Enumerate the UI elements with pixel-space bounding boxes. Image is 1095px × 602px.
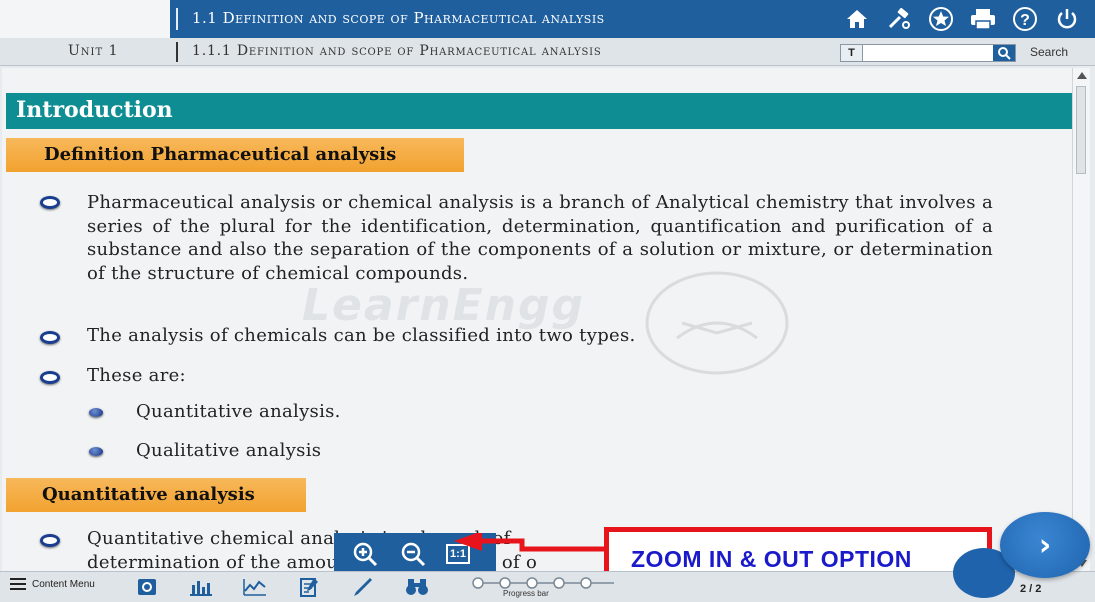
topic-title: 1.1.1 Definition and scope of Pharmaceut… (192, 43, 602, 59)
progress-label: Progress bar (503, 589, 549, 598)
intro-heading: Introduction (16, 97, 173, 123)
pen-icon[interactable] (348, 575, 378, 599)
sub-bullet-icon (89, 408, 103, 417)
list-item-qualitative: Qualitative analysis (136, 440, 322, 461)
unit-label[interactable]: Unit 1 (68, 43, 119, 59)
notes-icon[interactable] (294, 575, 324, 599)
paragraph-definition: Pharmaceutical analysis or chemical anal… (87, 192, 993, 284)
section-heading-quantitative: Quantitative analysis (6, 478, 306, 512)
zoom-in-icon (353, 542, 378, 567)
search-label: Search (1030, 45, 1069, 59)
content-menu-button[interactable]: Content Menu (10, 578, 95, 590)
help-icon[interactable]: ? (1011, 5, 1039, 33)
content-menu-label: Content Menu (32, 578, 95, 590)
bottom-toolbar (132, 575, 432, 599)
vertical-scrollbar[interactable] (1072, 68, 1090, 571)
sub-bullet-icon (89, 447, 103, 456)
bullet-icon (40, 534, 60, 547)
bullet-icon (40, 371, 60, 384)
line-chart-icon[interactable] (240, 575, 270, 599)
chevron-right-icon: › (1038, 527, 1052, 563)
progress-bar[interactable] (470, 576, 620, 590)
logo-area (0, 0, 170, 38)
top-header: 1.1 Definition and scope of Pharmaceutic… (0, 0, 1095, 38)
star-icon[interactable] (927, 5, 955, 33)
divider (176, 8, 178, 30)
hamburger-icon (10, 578, 26, 590)
top-toolbar: ? (843, 5, 1081, 33)
power-icon[interactable] (1053, 5, 1081, 33)
list-item-quantitative: Quantitative analysis. (136, 401, 341, 422)
bullet-icon (40, 331, 60, 344)
scroll-thumb[interactable] (1076, 86, 1086, 174)
binoculars-icon[interactable] (402, 575, 432, 599)
text-type-button[interactable]: T (841, 45, 863, 61)
bullet-icon (40, 196, 60, 209)
bottom-bar: Content Menu Progress bar 2 / 2 (0, 571, 1095, 602)
paragraph-types: The analysis of chemicals can be classif… (87, 325, 636, 346)
zoom-out-icon (401, 542, 426, 567)
intro-banner: Introduction (6, 93, 1072, 129)
divider (176, 42, 178, 62)
page-counter: 2 / 2 (1020, 583, 1042, 595)
zoom-in-button[interactable] (350, 539, 380, 569)
watermark-text: LearnEngg (302, 280, 585, 331)
search-box: T (840, 44, 1016, 62)
zoom-out-button[interactable] (398, 539, 428, 569)
tools-icon[interactable] (885, 5, 913, 33)
search-icon (998, 47, 1011, 60)
content-area: LearnEngg Introduction Definition Pharma… (2, 68, 1072, 571)
paragraph-these-are: These are: (87, 365, 186, 386)
search-input[interactable] (865, 46, 991, 60)
page-title: 1.1 Definition and scope of Pharmaceutic… (192, 9, 605, 27)
outlook-icon[interactable] (132, 575, 162, 599)
home-icon[interactable] (843, 5, 871, 33)
next-button[interactable]: › (1000, 512, 1090, 578)
svg-text:?: ? (1020, 12, 1030, 29)
scroll-up-icon[interactable] (1077, 72, 1087, 79)
bar-chart-icon[interactable] (186, 575, 216, 599)
section-heading-definition: Definition Pharmaceutical analysis (6, 138, 464, 172)
search-button[interactable] (993, 45, 1015, 61)
annotation-arrow-icon (454, 533, 606, 552)
print-icon[interactable] (969, 5, 997, 33)
annotation-text: ZOOM IN & OUT OPTION (631, 546, 912, 572)
